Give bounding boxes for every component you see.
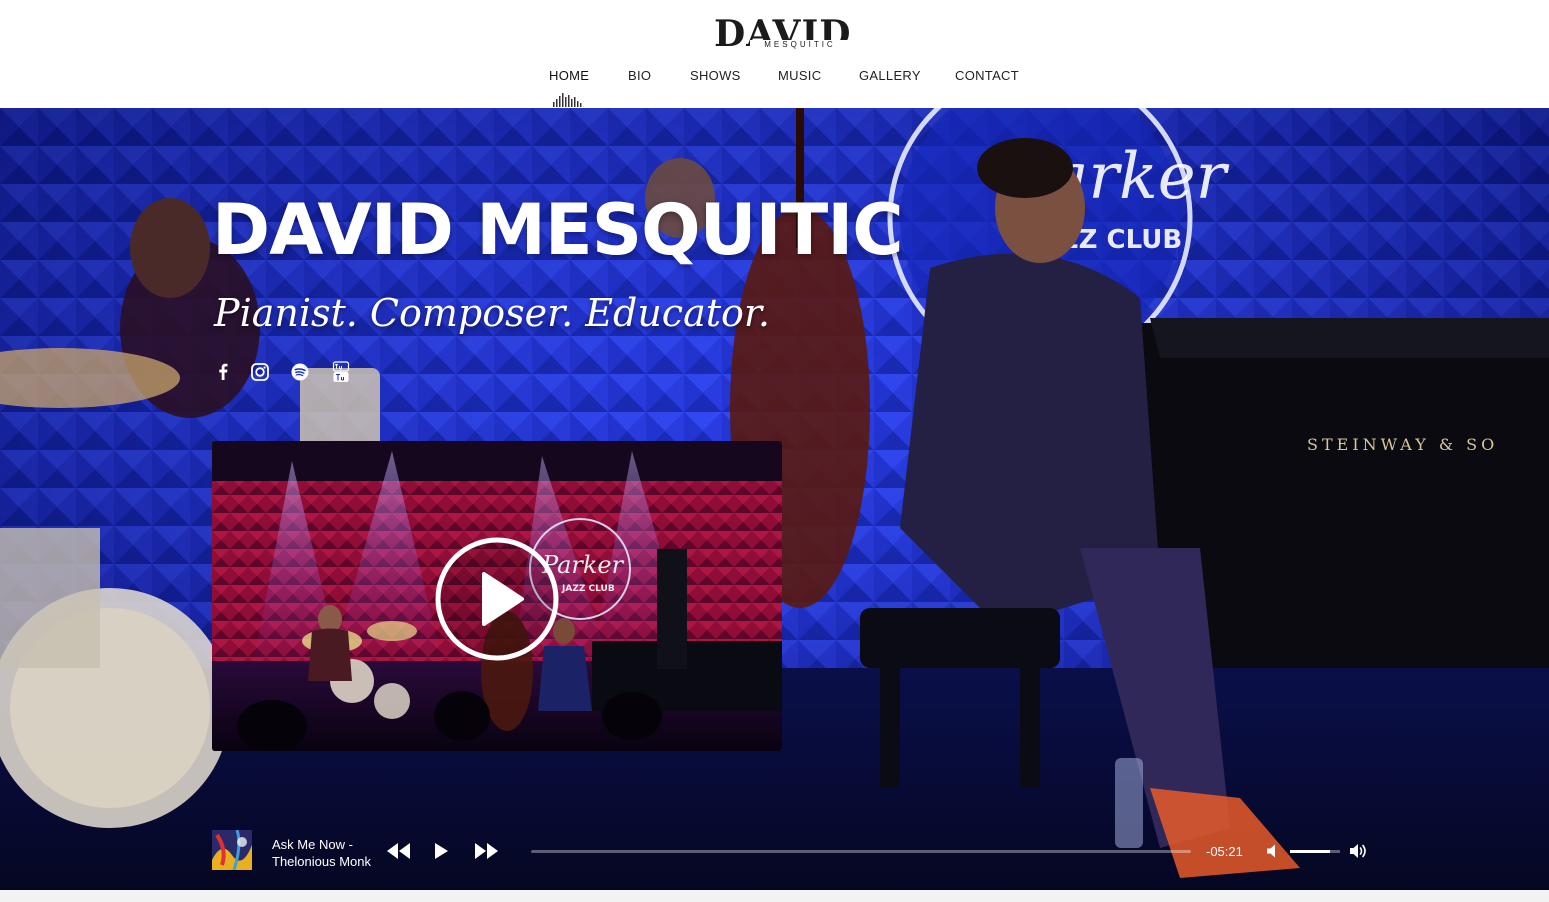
- volume-mute-icon[interactable]: [1266, 843, 1282, 859]
- nav-item-music[interactable]: MUSIC: [778, 68, 821, 83]
- nav-item-home[interactable]: HOME: [549, 68, 589, 83]
- nav-item-shows[interactable]: SHOWS: [690, 68, 741, 83]
- featured-video[interactable]: Parker JAZZ CLUB: [212, 441, 782, 751]
- audio-player: Ask Me Now - Thelonious Monk -05:21: [0, 822, 1549, 890]
- main-nav: HOME BIO SHOWS MUSIC GALLERY CONTACT: [0, 68, 1549, 88]
- volume-slider[interactable]: [1290, 850, 1340, 853]
- progress-bar[interactable]: [531, 850, 1191, 853]
- rewind-icon[interactable]: [386, 842, 412, 860]
- logo-sub-text: MESQUITIC: [750, 40, 850, 49]
- site-header: DAVID MESQUITIC HOME BIO SHOWS MUSIC GAL…: [0, 0, 1549, 108]
- video-sign-subtitle: JAZZ CLUB: [561, 584, 615, 594]
- spotify-icon[interactable]: [289, 360, 311, 384]
- youtube-icon[interactable]: [330, 360, 352, 384]
- volume-up-icon[interactable]: [1349, 842, 1369, 860]
- hero-section: Parker JAZZ CLUB STEINWAY & SO DAVID MES…: [0, 108, 1549, 890]
- equalizer-icon: [553, 93, 582, 107]
- hero-title: DAVID MESQUITIC: [212, 189, 904, 271]
- time-remaining: -05:21: [1206, 844, 1243, 859]
- instagram-icon[interactable]: [249, 360, 271, 384]
- site-logo[interactable]: DAVID MESQUITIC: [714, 14, 852, 54]
- page-bottom-strip: [0, 890, 1549, 902]
- album-art: [212, 830, 252, 870]
- nav-item-contact[interactable]: CONTACT: [955, 68, 1019, 83]
- video-play-button[interactable]: [434, 536, 560, 662]
- nav-item-bio[interactable]: BIO: [628, 68, 651, 83]
- nav-item-gallery[interactable]: GALLERY: [859, 68, 921, 83]
- facebook-icon[interactable]: [212, 360, 234, 384]
- volume-slider-fill: [1290, 850, 1330, 853]
- hero-bg-piano-brand: STEINWAY & SO: [1307, 435, 1498, 454]
- fast-forward-icon[interactable]: [473, 842, 499, 860]
- track-title: Ask Me Now - Thelonious Monk: [272, 837, 371, 869]
- hero-subtitle: Pianist. Composer. Educator.: [214, 291, 770, 335]
- play-icon[interactable]: [433, 842, 449, 860]
